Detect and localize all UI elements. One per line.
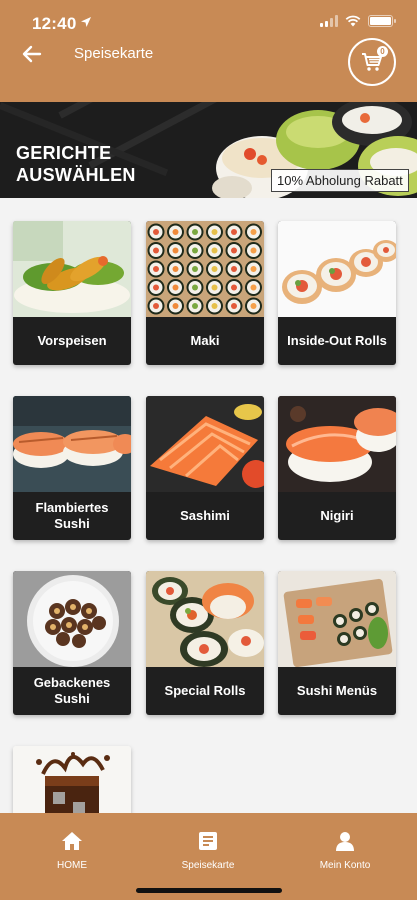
header-bar: 12:40 Speisekarte 0 bbox=[0, 0, 417, 102]
maki-image bbox=[146, 221, 264, 317]
category-card-sushi-menus[interactable]: Sushi Menüs bbox=[278, 571, 396, 715]
category-label: Flambiertes Sushi bbox=[35, 500, 109, 531]
page-title: Speisekarte bbox=[74, 45, 154, 62]
category-card-special-rolls[interactable]: Special Rolls bbox=[146, 571, 264, 715]
nav-home-label: HOME bbox=[57, 860, 87, 871]
category-label: Gebackenes Sushi bbox=[33, 675, 111, 706]
category-label: Special Rolls bbox=[164, 683, 246, 698]
category-card-gebackenes-sushi[interactable]: Gebackenes Sushi bbox=[13, 571, 131, 715]
category-label: Sashimi bbox=[180, 508, 230, 523]
status-time: 12:40 bbox=[32, 14, 77, 33]
bottom-nav: HOME Speisekarte Mein Konto bbox=[0, 813, 417, 900]
sushi-menus-image bbox=[278, 571, 396, 667]
flambiertes-sushi-image bbox=[13, 396, 131, 492]
nav-home[interactable]: HOME bbox=[12, 831, 132, 881]
app-screen: 12:40 Speisekarte 0 GERICHTE AUSWÄHLEN 1… bbox=[0, 0, 417, 900]
status-icons bbox=[320, 15, 396, 27]
promo-banner: GERICHTE AUSWÄHLEN 10% Abholung Rabatt bbox=[0, 102, 417, 198]
gebackenes-sushi-image bbox=[13, 571, 131, 667]
category-label: Maki bbox=[190, 333, 220, 348]
wifi-icon bbox=[345, 15, 361, 27]
nigiri-image bbox=[278, 396, 396, 492]
category-card-nigiri[interactable]: Nigiri bbox=[278, 396, 396, 540]
discount-badge: 10% Abholung Rabatt bbox=[271, 169, 409, 192]
category-card-maki[interactable]: Maki bbox=[146, 221, 264, 365]
location-arrow-icon bbox=[81, 17, 91, 27]
nav-speisekarte[interactable]: Speisekarte bbox=[148, 831, 268, 881]
nav-account-label: Mein Konto bbox=[319, 860, 371, 871]
home-indicator bbox=[136, 888, 282, 893]
category-label: Nigiri bbox=[320, 508, 354, 523]
signal-icon bbox=[320, 15, 338, 27]
vorspeisen-image bbox=[13, 221, 131, 317]
user-icon bbox=[336, 832, 354, 851]
inside-out-rolls-image bbox=[278, 221, 396, 317]
category-label: Vorspeisen bbox=[37, 333, 107, 348]
battery-icon bbox=[368, 15, 396, 27]
arrow-left-icon bbox=[22, 45, 42, 63]
special-rolls-image bbox=[146, 571, 264, 667]
category-card-sashimi[interactable]: Sashimi bbox=[146, 396, 264, 540]
category-card-vorspeisen[interactable]: Vorspeisen bbox=[13, 221, 131, 365]
banner-title: GERICHTE AUSWÄHLEN bbox=[16, 143, 136, 185]
menu-card-icon bbox=[199, 832, 217, 850]
sashimi-image bbox=[146, 396, 264, 492]
category-card-flambiertes-sushi[interactable]: Flambiertes Sushi bbox=[13, 396, 131, 540]
category-label: Inside-Out Rolls bbox=[287, 333, 387, 348]
home-icon bbox=[62, 832, 82, 850]
nav-account[interactable]: Mein Konto bbox=[285, 831, 405, 881]
cart-button[interactable]: 0 bbox=[348, 38, 396, 86]
category-grid: Vorspeisen Maki Inside-Out Rolls Flambie… bbox=[0, 198, 417, 890]
category-card-inside-out-rolls[interactable]: Inside-Out Rolls bbox=[278, 221, 396, 365]
category-label: Sushi Menüs bbox=[296, 683, 378, 698]
back-button[interactable] bbox=[18, 40, 46, 68]
cart-count-badge: 0 bbox=[377, 46, 388, 57]
nav-speisekarte-label: Speisekarte bbox=[181, 860, 235, 871]
